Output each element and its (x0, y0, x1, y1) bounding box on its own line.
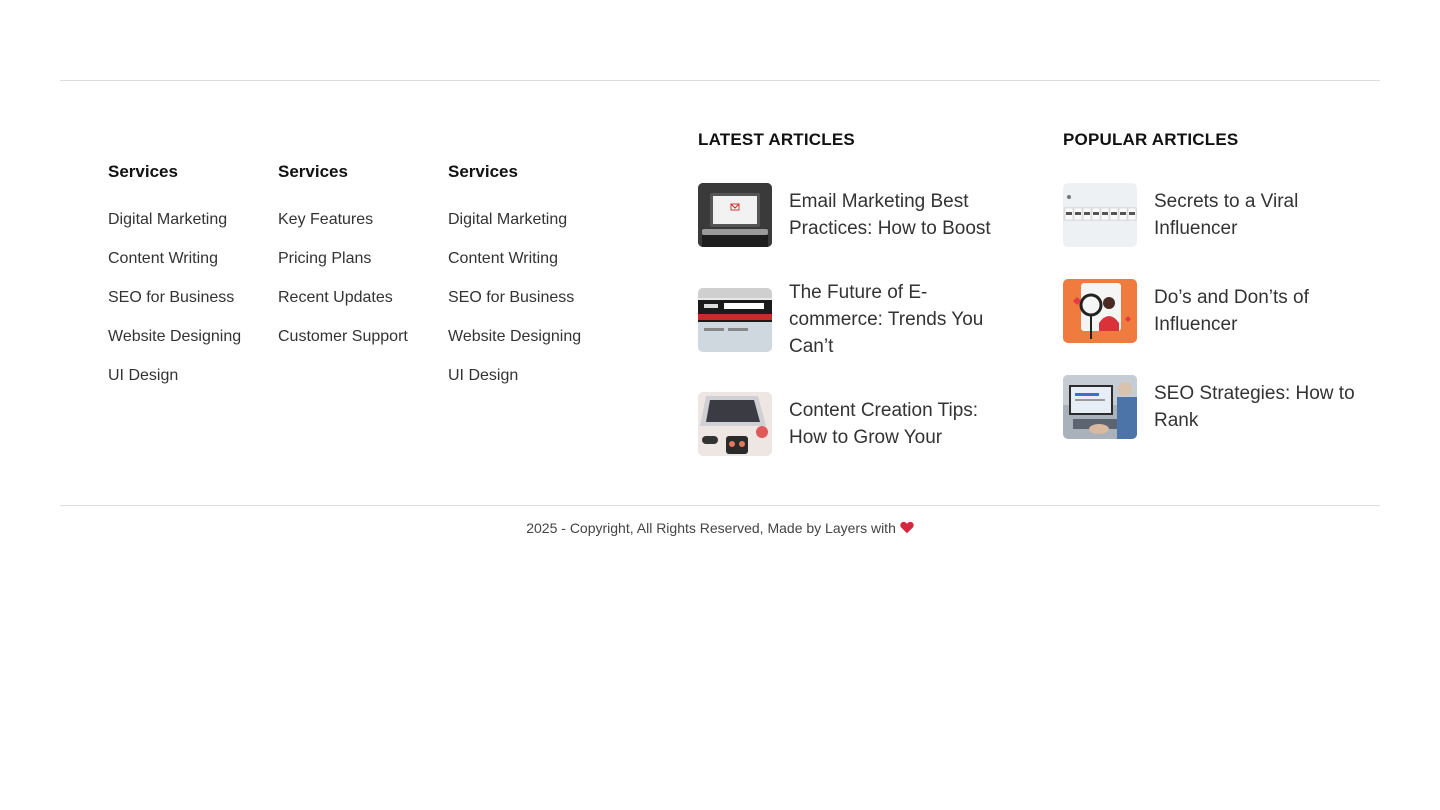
copyright-text: 2025 - Copyright, All Rights Reserved, M… (526, 520, 896, 536)
desk-laptop-thumbnail[interactable] (698, 392, 772, 456)
footer-link[interactable]: Customer Support (278, 327, 408, 347)
latest-articles-heading: LATEST ARTICLES (698, 130, 855, 149)
article-title[interactable]: Email Marketing Best Practices: How to B… (789, 188, 1009, 242)
ecommerce-screen-thumbnail[interactable] (698, 287, 772, 352)
footer-link[interactable]: Website Designing (448, 327, 581, 347)
top-divider (60, 80, 1380, 81)
services-column-2: Services Key Features Pricing Plans Rece… (278, 162, 408, 366)
article-card[interactable]: Content Creation Tips: How to Grow Your (698, 392, 1009, 456)
footer-link[interactable]: Content Writing (448, 249, 581, 269)
article-title[interactable]: Do’s and Don’ts of Influencer (1154, 284, 1374, 338)
footer-link[interactable]: Content Writing (108, 249, 241, 269)
popular-articles: POPULAR ARTICLES Secrets to a Viral Infl… (1063, 130, 1374, 471)
footer-link[interactable]: Website Designing (108, 327, 241, 347)
latest-articles: LATEST ARTICLES Email Marketing Best Pra… (698, 130, 1009, 488)
column-heading: Services (108, 162, 178, 181)
article-card[interactable]: SEO Strategies: How to Rank (1063, 375, 1374, 439)
footer-link[interactable]: Digital Marketing (448, 210, 581, 230)
article-title[interactable]: Secrets to a Viral Influencer (1154, 188, 1374, 242)
laptop-email-thumbnail[interactable] (698, 183, 772, 247)
bottom-divider (60, 505, 1380, 506)
footer-link[interactable]: SEO for Business (448, 288, 581, 308)
article-title[interactable]: SEO Strategies: How to Rank (1154, 380, 1374, 434)
column-heading: Services (448, 162, 518, 181)
services-column-1: Services Digital Marketing Content Writi… (108, 162, 241, 405)
footer-link[interactable]: UI Design (108, 366, 241, 386)
heart-icon (900, 518, 914, 538)
article-card[interactable]: Do’s and Don’ts of Influencer (1063, 279, 1374, 343)
footer-link[interactable]: UI Design (448, 366, 581, 386)
article-card[interactable]: Secrets to a Viral Influencer (1063, 183, 1374, 247)
footer-link[interactable]: Pricing Plans (278, 249, 408, 269)
footer-section: Services Digital Marketing Content Writi… (0, 0, 1440, 810)
article-title[interactable]: Content Creation Tips: How to Grow Your (789, 397, 1009, 451)
services-column-3: Services Digital Marketing Content Writi… (448, 162, 581, 405)
footer-link[interactable]: SEO for Business (108, 288, 241, 308)
column-heading: Services (278, 162, 348, 181)
footer-link[interactable]: Key Features (278, 210, 408, 230)
footer-link[interactable]: Recent Updates (278, 288, 408, 308)
footer-link[interactable]: Digital Marketing (108, 210, 241, 230)
influencer-blocks-thumbnail[interactable] (1063, 183, 1137, 247)
popular-articles-heading: POPULAR ARTICLES (1063, 130, 1239, 149)
article-card[interactable]: The Future of E-commerce: Trends You Can… (698, 279, 1009, 360)
article-title[interactable]: The Future of E-commerce: Trends You Can… (789, 279, 1009, 360)
copyright-line: 2025 - Copyright, All Rights Reserved, M… (0, 518, 1440, 538)
article-card[interactable]: Email Marketing Best Practices: How to B… (698, 183, 1009, 247)
typing-laptop-thumbnail[interactable] (1063, 375, 1137, 439)
ring-light-thumbnail[interactable] (1063, 279, 1137, 343)
